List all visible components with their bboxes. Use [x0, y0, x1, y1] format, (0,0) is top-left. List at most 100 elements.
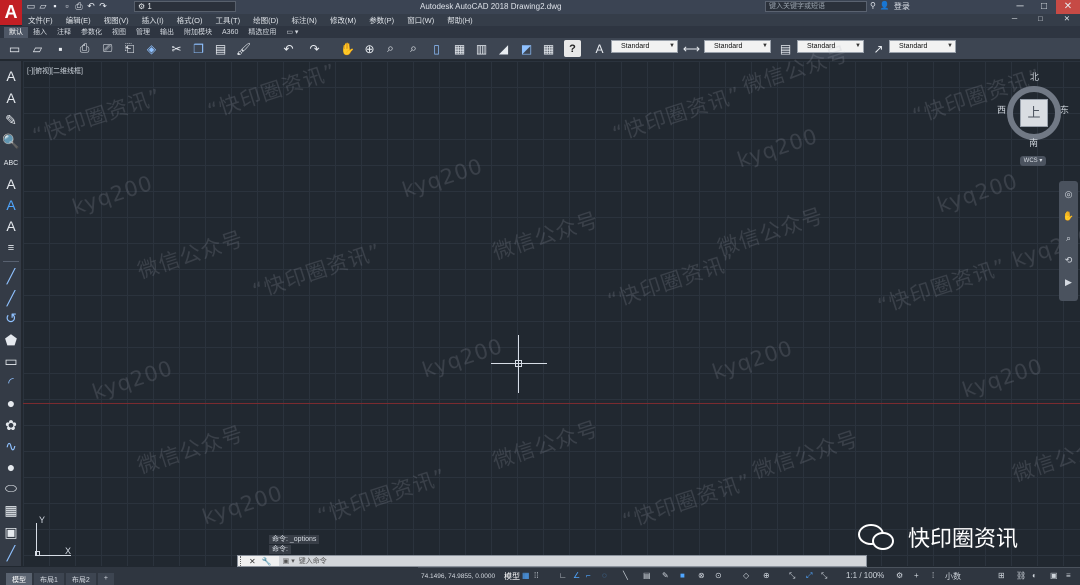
match-properties-icon[interactable]: 🖌	[235, 40, 252, 57]
tab-addins[interactable]: 附加模块	[179, 27, 217, 38]
user-icon[interactable]: 👤	[880, 1, 890, 12]
drawing-restore-button[interactable]: □	[1032, 14, 1050, 23]
polygon-tool-icon[interactable]: ⬟	[2, 331, 20, 349]
text-style-dropdown[interactable]: Standard	[611, 40, 678, 53]
markup-icon[interactable]: ◩	[518, 40, 535, 57]
menu-edit[interactable]: 编辑(E)	[60, 15, 98, 26]
isodraft-icon[interactable]: ◇	[743, 571, 749, 580]
grid-toggle-icon[interactable]: ▦	[522, 571, 530, 580]
redo-icon[interactable]: ↷	[306, 40, 323, 57]
menu-parametric[interactable]: 参数(P)	[363, 15, 401, 26]
application-menu-button[interactable]: A	[0, 0, 22, 25]
text-align-icon[interactable]: ≡	[2, 239, 20, 257]
isolate-objects-icon[interactable]: ◐	[1032, 571, 1037, 580]
tab-default[interactable]: 默认	[4, 26, 28, 38]
login-link[interactable]: 登录	[894, 1, 910, 12]
close-command-icon[interactable]: ✕	[246, 557, 259, 566]
sheet-set-icon[interactable]: ◢	[495, 40, 512, 57]
spell-check-icon[interactable]: ABC	[2, 154, 20, 172]
tool-palettes-icon[interactable]: ▥	[473, 40, 490, 57]
selection-cycling-icon[interactable]: ✎	[662, 571, 669, 580]
quick-properties-icon[interactable]: ⊞	[998, 571, 1005, 580]
print-icon[interactable]: ⎙	[76, 40, 93, 57]
save-as-icon[interactable]: ▫	[62, 1, 72, 12]
compass-south[interactable]: 南	[1029, 136, 1038, 149]
osnap-tracking-icon[interactable]: ⌐	[586, 571, 591, 580]
revision-cloud-icon[interactable]: ✿	[2, 416, 20, 434]
tab-parametric[interactable]: 参数化	[76, 27, 107, 38]
search-input[interactable]: 键入关键字或短语	[765, 1, 867, 12]
undo-icon[interactable]: ↶	[86, 1, 96, 12]
drawing-close-button[interactable]: ✕	[1058, 14, 1077, 23]
annotation-scale-value[interactable]: 1:1 / 100%	[846, 571, 884, 580]
ortho-toggle-icon[interactable]: ∟	[559, 571, 567, 580]
tab-output[interactable]: 输出	[155, 27, 179, 38]
menu-modify[interactable]: 修改(M)	[324, 15, 363, 26]
maximize-button[interactable]: □	[1032, 0, 1056, 14]
transparency-icon[interactable]: ▤	[643, 571, 651, 580]
lock-ui-icon[interactable]: ⛓	[1016, 571, 1026, 580]
menu-view[interactable]: 视图(V)	[98, 15, 136, 26]
compass-west[interactable]: 西	[997, 103, 1006, 116]
recent-commands-icon[interactable]: ▣ ▾	[283, 557, 295, 565]
text-tool-icon[interactable]: A	[2, 89, 20, 107]
annotation-monitor-icon[interactable]: ⊕	[763, 571, 770, 580]
workspace-dropdown[interactable]: ⚙ 1	[134, 1, 236, 12]
command-input[interactable]: ▣ ▾ 键入命令	[278, 556, 866, 566]
quickcalc-icon[interactable]: ▦	[540, 40, 557, 57]
design-center-icon[interactable]: ▦	[451, 40, 468, 57]
text-justify-icon[interactable]: A	[2, 196, 20, 214]
plot-preview-icon[interactable]: ⎚	[99, 40, 116, 57]
help-icon[interactable]: ?	[564, 40, 581, 57]
zoom-window-icon[interactable]: ⌕	[382, 40, 399, 57]
menu-draw[interactable]: 绘图(D)	[247, 15, 285, 26]
save-icon[interactable]: ▪	[52, 40, 69, 57]
edit-text-icon[interactable]: ✎	[2, 111, 20, 129]
zoom-previous-icon[interactable]: ⌕	[405, 40, 422, 57]
tab-model[interactable]: 模型	[6, 573, 32, 585]
annotation-scale-icon[interactable]: ⤡	[821, 571, 827, 581]
menu-tools[interactable]: 工具(T)	[210, 15, 248, 26]
menu-help[interactable]: 帮助(H)	[441, 15, 479, 26]
workspace-switch-icon[interactable]: ⚙	[896, 571, 903, 580]
orbit-icon[interactable]: ⟲	[1059, 255, 1078, 269]
multileader-style-dropdown[interactable]: Standard	[889, 40, 956, 53]
compass-north[interactable]: 北	[1030, 70, 1039, 83]
publish-icon[interactable]: ⎗	[121, 40, 138, 57]
open-icon[interactable]: ▱	[38, 1, 48, 12]
object-snap-icon[interactable]: ◌	[602, 571, 607, 580]
pan-icon[interactable]: ✋	[339, 40, 356, 57]
auto-scale-icon[interactable]: ⤢	[806, 571, 812, 581]
menu-file[interactable]: 文件(F)	[22, 15, 60, 26]
gizmo-icon[interactable]: ⊙	[715, 571, 722, 580]
menu-window[interactable]: 窗口(W)	[401, 15, 441, 26]
text-style-tool-icon[interactable]: A	[2, 175, 20, 193]
lineweight-icon[interactable]: ╲	[623, 571, 628, 580]
annotation-add-icon[interactable]: +	[914, 571, 919, 580]
viewport-controls-label[interactable]: [-][俯视][二维线框]	[27, 66, 83, 76]
customize-command-icon[interactable]: 🔧	[259, 557, 275, 566]
units-dropdown[interactable]: 小数	[945, 571, 961, 582]
close-button[interactable]: ✕	[1056, 0, 1080, 14]
rectangle-tool-icon[interactable]: ▭	[2, 352, 20, 370]
tab-annotate[interactable]: 注释	[52, 27, 76, 38]
3d-print-icon[interactable]: ◈	[143, 40, 160, 57]
arc-tool-icon[interactable]: ◜	[2, 373, 20, 391]
tab-view[interactable]: 视图	[107, 27, 131, 38]
cut-icon[interactable]: ✂	[168, 40, 185, 57]
binoculars-icon[interactable]: ⚲	[870, 1, 876, 12]
add-layout-button[interactable]: +	[97, 573, 114, 585]
drawing-canvas[interactable]: [-][俯视][二维线框] “快印圈资讯” “快印圈资讯” “快印圈资讯” 微信…	[23, 42, 1080, 566]
wcs-dropdown[interactable]: WCS ▾	[1020, 156, 1046, 166]
spline-tool-icon[interactable]: ∿	[2, 437, 20, 455]
menu-insert[interactable]: 插入(I)	[136, 15, 171, 26]
menu-dimension[interactable]: 标注(N)	[286, 15, 324, 26]
print-icon[interactable]: ⎙	[74, 1, 84, 12]
menu-format[interactable]: 格式(O)	[171, 15, 210, 26]
model-space-button[interactable]: 模型	[504, 571, 520, 582]
clean-screen-icon[interactable]: ▣	[1050, 571, 1058, 580]
save-icon[interactable]: ▪	[50, 1, 60, 12]
drawing-minimize-button[interactable]: ─	[1006, 14, 1024, 23]
viewcube-top-face[interactable]: 上	[1020, 99, 1048, 127]
redo-icon[interactable]: ↷	[98, 1, 108, 12]
